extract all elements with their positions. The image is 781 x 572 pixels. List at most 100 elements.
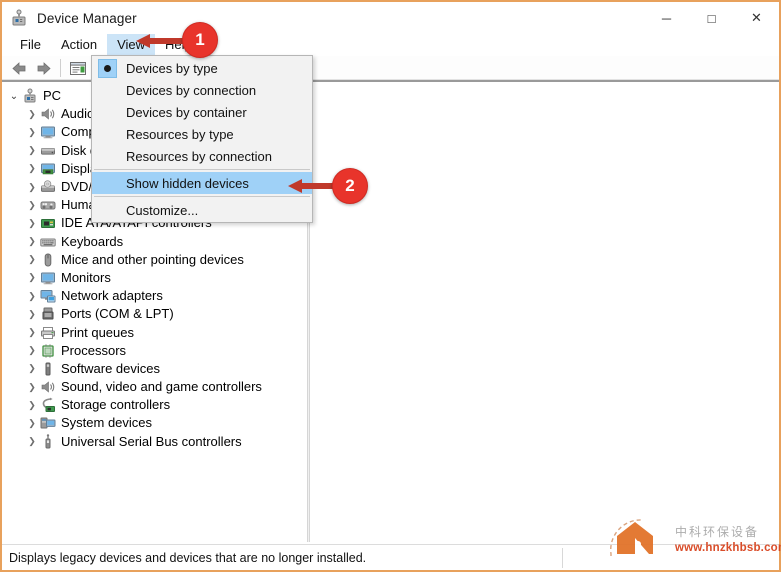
chevron-right-icon[interactable]: ❯ bbox=[24, 218, 40, 229]
processor-icon bbox=[40, 343, 56, 359]
menu-item-show-hidden-devices[interactable]: Show hidden devices bbox=[92, 172, 312, 194]
tree-item[interactable]: ❯ Sound, video and game controllers bbox=[2, 378, 307, 396]
tree-item-label: Universal Serial Bus controllers bbox=[61, 433, 242, 449]
chevron-right-icon[interactable]: ❯ bbox=[24, 418, 40, 429]
tree-item-label: Monitors bbox=[61, 269, 111, 285]
chevron-right-icon[interactable]: ❯ bbox=[24, 200, 40, 211]
menu-item-label: Show hidden devices bbox=[126, 175, 249, 191]
chevron-right-icon[interactable]: ❯ bbox=[24, 382, 40, 393]
tree-item-label: Keyboards bbox=[61, 233, 124, 249]
chevron-right-icon[interactable]: ❯ bbox=[24, 363, 40, 374]
tree-item[interactable]: ❯ Software devices bbox=[2, 360, 307, 378]
menu-item-indicator bbox=[92, 172, 123, 194]
chevron-right-icon[interactable]: ❯ bbox=[24, 145, 40, 156]
tree-item[interactable]: ❯ Network adapters bbox=[2, 287, 307, 305]
annotation-badge-2: 2 bbox=[332, 168, 368, 204]
back-button[interactable] bbox=[7, 57, 31, 79]
chevron-right-icon[interactable]: ❯ bbox=[24, 327, 40, 338]
tree-item-label: Storage controllers bbox=[61, 397, 171, 413]
menu-action[interactable]: Action bbox=[51, 34, 107, 56]
radio-dot bbox=[104, 64, 111, 72]
chevron-right-icon[interactable]: ❯ bbox=[24, 254, 40, 265]
tree-item[interactable]: ❯ Monitors bbox=[2, 269, 307, 287]
hid-icon bbox=[40, 197, 56, 213]
menu-item-indicator bbox=[92, 199, 123, 221]
minimize-button[interactable]: ─ bbox=[644, 2, 689, 34]
menu-item-indicator bbox=[92, 123, 123, 145]
view-dropdown-menu: Devices by type Devices by connection Devi… bbox=[91, 55, 313, 223]
speaker-icon bbox=[40, 106, 56, 122]
menu-item-label: Devices by connection bbox=[126, 82, 257, 98]
speaker-icon bbox=[40, 379, 56, 395]
display-adapter-icon bbox=[40, 161, 56, 177]
menu-item-label: Resources by connection bbox=[126, 148, 272, 164]
menu-item-resources-by-connection[interactable]: Resources by connection bbox=[92, 145, 312, 167]
tree-item[interactable]: ❯ Keyboards bbox=[2, 233, 307, 251]
chevron-right-icon[interactable]: ❯ bbox=[24, 345, 40, 356]
maximize-button[interactable]: □ bbox=[689, 2, 734, 34]
menu-item-resources-by-type[interactable]: Resources by type bbox=[92, 123, 312, 145]
menu-item-indicator bbox=[92, 57, 123, 79]
chevron-right-icon[interactable]: ❯ bbox=[24, 291, 40, 302]
tree-item[interactable]: ❯ Processors bbox=[2, 342, 307, 360]
menu-item-devices-by-container[interactable]: Devices by container bbox=[92, 101, 312, 123]
menu-item-customize[interactable]: Customize... bbox=[92, 199, 312, 221]
window-controls: ─ □ ✕ bbox=[644, 2, 779, 34]
chevron-down-icon[interactable]: ⌄ bbox=[6, 91, 22, 102]
monitor-icon bbox=[40, 124, 56, 140]
mouse-icon bbox=[40, 252, 56, 268]
tree-item-label: PC bbox=[43, 88, 62, 104]
storage-controller-icon bbox=[40, 397, 56, 413]
tree-item[interactable]: ❯ Ports (COM & LPT) bbox=[2, 305, 307, 323]
menu-bar: File Action View Help bbox=[2, 34, 779, 56]
radio-checked-icon bbox=[98, 58, 117, 78]
chevron-right-icon[interactable]: ❯ bbox=[24, 436, 40, 447]
tree-item-label: Print queues bbox=[61, 324, 134, 340]
watermark: 中科环保设备 www.hnzkhbsb.com bbox=[603, 510, 781, 566]
chevron-right-icon[interactable]: ❯ bbox=[24, 182, 40, 193]
tree-item-label: System devices bbox=[61, 415, 153, 431]
menu-separator bbox=[94, 196, 310, 197]
device-manager-icon bbox=[10, 9, 28, 27]
tree-item[interactable]: ❯ System devices bbox=[2, 414, 307, 432]
forward-button[interactable] bbox=[31, 57, 55, 79]
chevron-right-icon[interactable]: ❯ bbox=[24, 163, 40, 174]
menu-item-label: Resources by type bbox=[126, 126, 234, 142]
chevron-right-icon[interactable]: ❯ bbox=[24, 272, 40, 283]
menu-separator bbox=[94, 169, 310, 170]
status-text: Displays legacy devices and devices that… bbox=[9, 550, 367, 565]
menu-item-devices-by-type[interactable]: Devices by type bbox=[92, 57, 312, 79]
tree-item-label: Software devices bbox=[61, 360, 160, 376]
tree-item[interactable]: ❯ Print queues bbox=[2, 323, 307, 341]
properties-button[interactable] bbox=[66, 57, 90, 79]
tree-item[interactable]: ❯ Universal Serial Bus controllers bbox=[2, 433, 307, 451]
chevron-right-icon[interactable]: ❯ bbox=[24, 309, 40, 320]
disk-drive-icon bbox=[40, 143, 56, 159]
chevron-right-icon[interactable]: ❯ bbox=[24, 127, 40, 138]
network-adapter-icon bbox=[40, 288, 56, 304]
toolbar-separator bbox=[60, 59, 61, 77]
menu-item-indicator bbox=[92, 101, 123, 123]
chevron-right-icon[interactable]: ❯ bbox=[24, 109, 40, 120]
computer-icon bbox=[22, 88, 38, 104]
tree-item-label: Mice and other pointing devices bbox=[61, 251, 244, 267]
tree-item[interactable]: ❯ Mice and other pointing devices bbox=[2, 251, 307, 269]
printer-icon bbox=[40, 325, 56, 341]
ide-controller-icon bbox=[40, 215, 56, 231]
menu-item-devices-by-connection[interactable]: Devices by connection bbox=[92, 79, 312, 101]
tree-item[interactable]: ❯ Storage controllers bbox=[2, 396, 307, 414]
menu-item-indicator bbox=[92, 145, 123, 167]
menu-item-label: Devices by container bbox=[126, 104, 247, 120]
menu-file[interactable]: File bbox=[10, 34, 51, 56]
status-divider-highlight bbox=[565, 548, 566, 568]
tree-item-label: Sound, video and game controllers bbox=[61, 379, 262, 395]
chevron-right-icon[interactable]: ❯ bbox=[24, 236, 40, 247]
close-button[interactable]: ✕ bbox=[734, 2, 779, 34]
tree-item-label: Network adapters bbox=[61, 288, 163, 304]
menu-item-label: Customize... bbox=[126, 202, 199, 218]
software-device-icon bbox=[40, 361, 56, 377]
menu-item-label: Devices by type bbox=[126, 60, 218, 76]
dvd-drive-icon bbox=[40, 179, 56, 195]
chevron-right-icon[interactable]: ❯ bbox=[24, 400, 40, 411]
tree-item-label: Ports (COM & LPT) bbox=[61, 306, 174, 322]
